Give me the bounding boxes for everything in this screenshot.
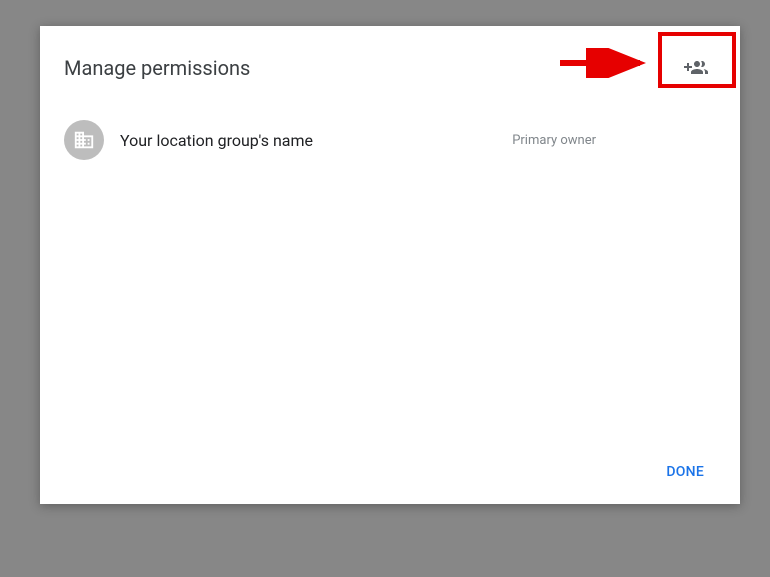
dialog-footer: DONE xyxy=(40,444,740,504)
group-add-icon xyxy=(684,56,708,80)
owner-name: Your location group's name xyxy=(120,131,512,150)
add-user-button[interactable] xyxy=(676,48,716,88)
avatar xyxy=(64,120,104,160)
done-button[interactable]: DONE xyxy=(654,456,716,488)
role-label: Primary owner xyxy=(512,133,596,148)
dialog-header: Manage permissions xyxy=(40,26,740,104)
business-icon xyxy=(73,129,95,151)
manage-permissions-dialog: Manage permissions Your location group's… xyxy=(40,26,740,504)
permission-row[interactable]: Your location group's name Primary owner xyxy=(64,112,716,168)
permissions-list: Your location group's name Primary owner xyxy=(40,104,740,444)
dialog-title: Manage permissions xyxy=(64,56,250,80)
